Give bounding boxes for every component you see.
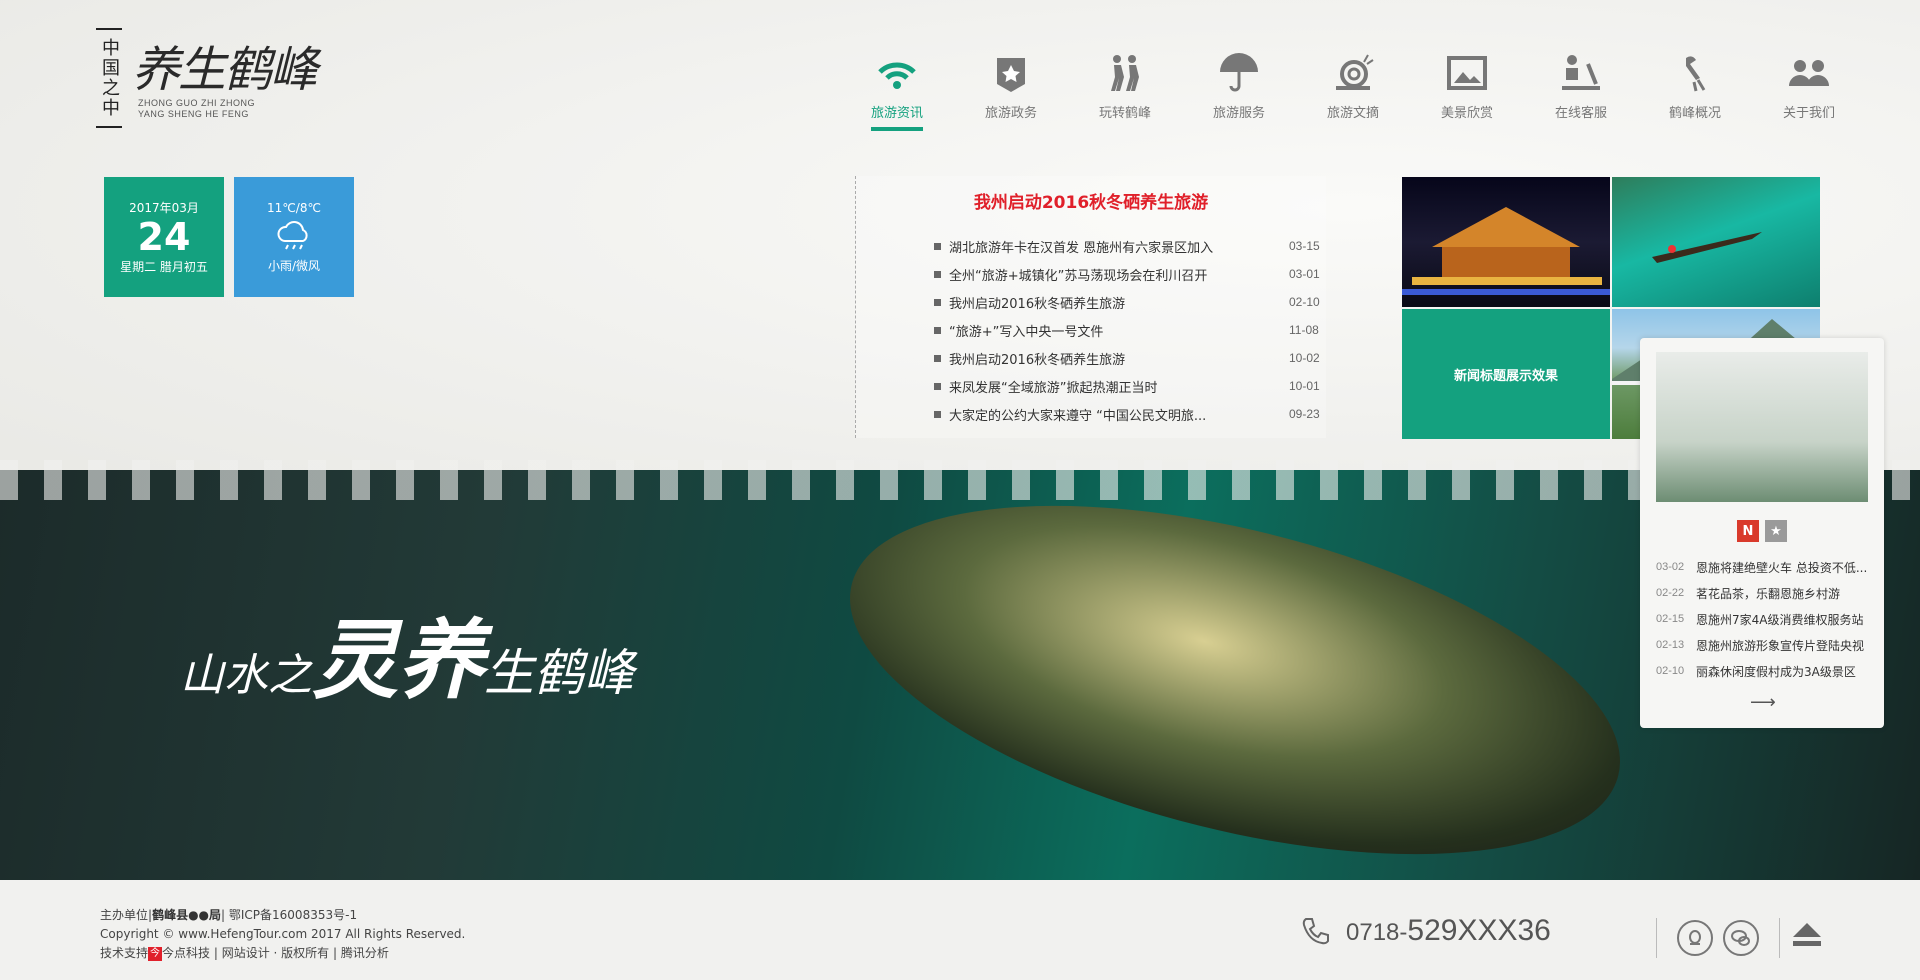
bullet-icon	[934, 410, 941, 418]
qq-glyph	[1689, 930, 1701, 945]
bullet-icon	[934, 298, 941, 306]
site-logo[interactable]: 中国之中 养生鹤峰 ZHONG GUO ZHI ZHONG YANG SHENG…	[96, 22, 326, 132]
bullet-icon	[934, 270, 941, 278]
nav-label: 旅游服务	[1212, 106, 1265, 121]
nav-item-online-service[interactable]: 在线客服	[1524, 50, 1638, 131]
main-nav: 旅游资讯 旅游政务 玩转鹤峰 旅游服务 旅游文摘 美景欣赏 在线客服 鹤峰概况 …	[840, 50, 1866, 131]
hero-slogan: 山水之灵养生鹤峰	[180, 590, 634, 715]
date-day: 24	[137, 215, 191, 259]
nav-item-explore[interactable]: 玩转鹤峰	[1068, 50, 1182, 131]
news-item[interactable]: “旅游+”写入中央一号文件 11-08	[934, 316, 1334, 344]
person-desk-icon	[1562, 55, 1600, 90]
back-to-top-icon[interactable]	[1790, 920, 1824, 950]
boat-illustration	[1652, 232, 1762, 263]
news-item[interactable]: 大家定的公约大家来遵守 “中国公民文明旅... 09-23	[934, 400, 1334, 428]
support-logo-icon: 今	[148, 946, 163, 961]
logo-pinyin: ZHONG GUO ZHI ZHONG YANG SHENG HE FENG	[138, 98, 255, 119]
nav-label: 在线客服	[1554, 106, 1607, 121]
bullet-icon	[934, 354, 941, 362]
star-badge-icon	[997, 58, 1025, 92]
date-widget: 2017年03月 24 星期二 腊月初五	[104, 177, 224, 297]
nav-label: 美景欣赏	[1440, 106, 1493, 121]
nav-label: 玩转鹤峰	[1098, 106, 1151, 121]
photo-caption-tile[interactable]: 新闻标题展示效果	[1402, 309, 1610, 439]
nav-item-about[interactable]: 关于我们	[1752, 50, 1866, 131]
notice-item[interactable]: 02-22 茗花品茶，乐翻恩施乡村游	[1656, 580, 1878, 606]
picture-frame-icon	[1447, 56, 1487, 90]
phone-number: 529XXX36	[1407, 914, 1551, 947]
nav-label: 旅游文摘	[1326, 106, 1379, 121]
weather-condition: 小雨/微风	[267, 258, 321, 273]
nav-label: 鹤峰概况	[1668, 106, 1721, 121]
bullet-icon	[934, 326, 941, 334]
card-tabs: N ★	[1640, 520, 1884, 542]
notice-list: 03-02 恩施将建绝壁火车 总投资不低... 02-22 茗花品茶，乐翻恩施乡村游…	[1656, 554, 1878, 684]
wechat-icon[interactable]	[1723, 920, 1759, 956]
ink-edge	[0, 460, 1920, 500]
photo-night-pavilion[interactable]	[1402, 177, 1610, 307]
weather-widget: 11℃/8℃ 小雨/微风	[234, 177, 354, 297]
snail-icon	[1336, 54, 1374, 90]
phone-contact: 0718-529XXX36	[1300, 914, 1551, 948]
bullet-icon	[934, 242, 941, 250]
more-arrow-icon[interactable]: ⟶	[1750, 692, 1776, 713]
nav-label: 旅游政务	[984, 106, 1037, 121]
date-weekday-lunar: 星期二 腊月初五	[120, 260, 208, 274]
tab-star-icon[interactable]: ★	[1765, 520, 1787, 542]
nav-label: 关于我们	[1782, 106, 1835, 121]
news-item[interactable]: 全州“旅游+城镇化”苏马荡现场会在利川召开 03-01	[934, 260, 1334, 288]
logo-vertical-text: 中国之中	[96, 28, 122, 128]
news-headline[interactable]: 我州启动2016秋冬硒养生旅游	[856, 188, 1326, 213]
card-thumbnail[interactable]	[1656, 352, 1868, 502]
logo-brush-text: 养生鹤峰	[132, 42, 318, 98]
social-icons	[1646, 918, 1790, 958]
divider	[1656, 918, 1657, 958]
news-list: 湖北旅游年卡在汉首发 恩施州有六家景区加入 03-15 全州“旅游+城镇化”苏马荡…	[934, 232, 1334, 428]
weather-temperature: 11℃/8℃	[267, 200, 321, 215]
wechat-glyph	[1731, 930, 1750, 946]
news-item[interactable]: 湖北旅游年卡在汉首发 恩施州有六家景区加入 03-15	[934, 232, 1334, 260]
news-panel: 我州启动2016秋冬硒养生旅游 湖北旅游年卡在汉首发 恩施州有六家景区加入 03-…	[855, 176, 1326, 438]
pavilion-illustration	[1402, 207, 1610, 295]
notice-item[interactable]: 02-13 恩施州旅游形象宣传片登陆央视	[1656, 632, 1878, 658]
news-item[interactable]: 来凤发展“全域旅游”掀起热潮正当时 10-01	[934, 372, 1334, 400]
crane-icon	[1686, 56, 1706, 92]
footer-line-3: 技术支持今今点科技 | 网站设计 · 版权所有 | 腾讯分析	[100, 946, 389, 961]
nav-label: 旅游资讯	[870, 102, 923, 131]
divider	[1779, 918, 1780, 958]
tab-news-icon[interactable]: N	[1737, 520, 1759, 542]
notice-item[interactable]: 02-10 丽森休闲度假村成为3A级景区	[1656, 658, 1878, 684]
slogan-part-2: 灵养	[312, 610, 484, 711]
nav-item-overview[interactable]: 鹤峰概况	[1638, 50, 1752, 131]
group-icon	[1789, 60, 1829, 86]
date-year-month: 2017年03月	[129, 201, 199, 215]
news-item[interactable]: 我州启动2016秋冬硒养生旅游 02-10	[934, 288, 1334, 316]
footer-copyright: Copyright © www.HefengTour.com 2017 All …	[100, 927, 466, 941]
slogan-part-3: 生鹤峰	[484, 644, 634, 702]
photo-river-boat[interactable]	[1612, 177, 1820, 307]
wifi-icon	[878, 62, 916, 89]
phone-prefix: 0718-	[1346, 919, 1408, 946]
footer-info: 主办单位|鹤峰县●●局| 鄂ICP备16008353号-1 Copyright …	[100, 906, 465, 963]
cloud-rain-icon	[277, 220, 308, 249]
boat-image	[815, 438, 1655, 922]
notice-item[interactable]: 03-02 恩施将建绝壁火车 总投资不低...	[1656, 554, 1878, 580]
news-item[interactable]: 我州启动2016秋冬硒养生旅游 10-02	[934, 344, 1334, 372]
qq-icon[interactable]	[1677, 920, 1713, 956]
nav-item-scenery[interactable]: 美景欣赏	[1410, 50, 1524, 131]
umbrella-icon	[1220, 53, 1258, 92]
notice-item[interactable]: 02-15 恩施州7家4A级消费维权服务站	[1656, 606, 1878, 632]
footer-line-1: 主办单位|鹤峰县●●局| 鄂ICP备16008353号-1	[100, 908, 358, 922]
nav-item-travel-news[interactable]: 旅游资讯	[840, 50, 954, 131]
people-walking-icon	[1111, 55, 1139, 91]
nav-item-travel-digest[interactable]: 旅游文摘	[1296, 50, 1410, 131]
bullet-icon	[934, 382, 941, 390]
hero-banner: 山水之灵养生鹤峰	[0, 438, 1920, 922]
nav-item-travel-service[interactable]: 旅游服务	[1182, 50, 1296, 131]
slogan-part-1: 山水之	[180, 650, 312, 701]
nav-item-travel-affairs[interactable]: 旅游政务	[954, 50, 1068, 131]
phone-icon	[1302, 918, 1329, 945]
notice-card: N ★ 03-02 恩施将建绝壁火车 总投资不低... 02-22 茗花品茶，乐翻恩…	[1640, 338, 1884, 728]
